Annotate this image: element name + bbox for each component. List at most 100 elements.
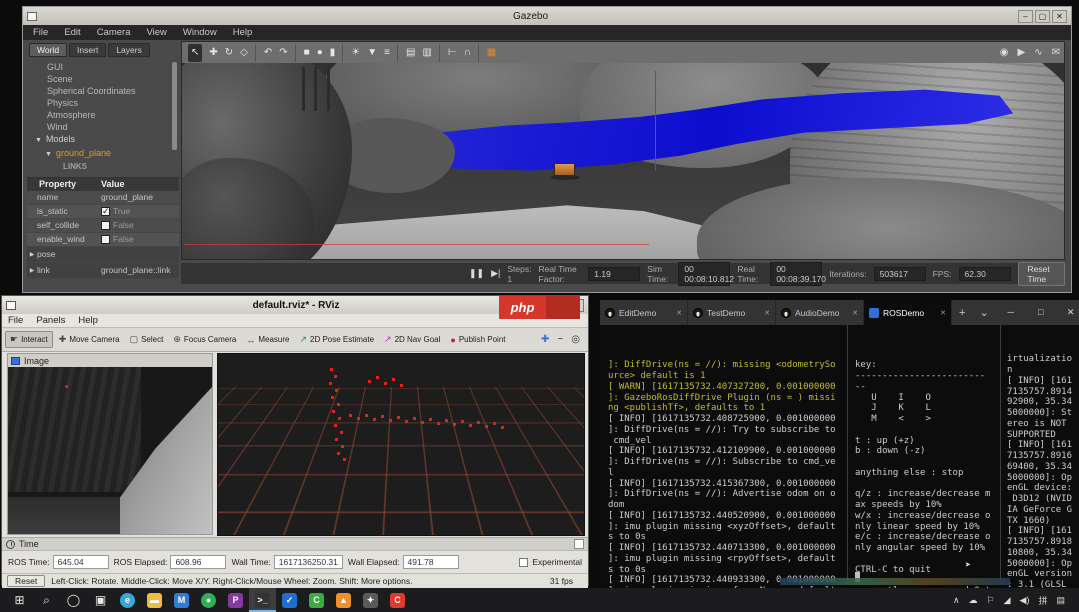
property-row[interactable]: name ground_plane — [27, 191, 179, 205]
tree-item[interactable]: GUI — [33, 61, 179, 73]
panel-detach-button[interactable] — [574, 539, 584, 549]
add-tool-icon[interactable]: ✚ — [541, 334, 549, 345]
directional-light-icon[interactable]: ≡ — [384, 44, 390, 62]
office-app-icon[interactable]: P — [222, 588, 249, 612]
select-mode-icon[interactable]: ↖ — [188, 43, 203, 62]
topic-visualization-icon[interactable]: ✉ — [1052, 47, 1060, 58]
tree-item[interactable]: Scene — [33, 73, 179, 85]
notifications-icon[interactable]: ⚐ — [987, 595, 995, 606]
robot-model[interactable] — [554, 163, 575, 176]
new-tab-button[interactable]: + — [952, 307, 972, 319]
tab-testdemo[interactable]: TestDemo — [688, 300, 776, 325]
building-editor-icon[interactable]: ▦ — [477, 43, 496, 62]
gazebo-menu-item[interactable]: Camera — [97, 27, 131, 38]
tab-audiodemo[interactable]: AudioDemo — [776, 300, 864, 325]
gazebo-titlebar[interactable]: Gazebo – ▢ ✕ — [23, 7, 1071, 25]
collapse-arrow-icon[interactable] — [35, 134, 46, 144]
tree-item[interactable]: Atmosphere — [33, 109, 179, 121]
tree-item-models[interactable]: Models — [33, 133, 179, 147]
onedrive-icon[interactable]: ☁ — [969, 595, 978, 606]
cylinder-shape-icon[interactable]: ▮ — [330, 44, 336, 62]
tab-insert[interactable]: Insert — [69, 43, 107, 57]
tab-editdemo[interactable]: EditDemo — [600, 300, 688, 325]
tab-rosdemo[interactable]: ROSDemo — [864, 300, 952, 325]
screenshot-icon[interactable]: ◉ — [1000, 47, 1009, 58]
rviz-titlebar[interactable]: default.rviz* - RViz php ✕ — [2, 296, 588, 319]
copy-icon[interactable]: ▤ — [396, 43, 415, 62]
touch-keyboard-icon[interactable]: ▤ — [1056, 595, 1065, 606]
terminal-minimize-button[interactable]: ─ — [996, 307, 1026, 318]
remove-tool-icon[interactable]: − — [557, 334, 563, 345]
gazebo-viewport[interactable]: ↖ ✚ ↻ ◇ ↶ ↷ ■ ● ▮ ☀ ▼ ≡ ▤ ▥ ⊢ ∩ ▦ ◉ ▶ ∿ ✉ — [181, 41, 1065, 260]
utility-app-icon[interactable]: ✦ — [357, 588, 384, 612]
cortana-button[interactable]: ◯ — [60, 588, 87, 612]
rotate-mode-icon[interactable]: ↻ — [225, 44, 233, 62]
tree-item[interactable]: Wind — [33, 121, 179, 133]
property-checkbox[interactable] — [101, 235, 110, 244]
spot-light-icon[interactable]: ▼ — [367, 44, 377, 62]
tab-dropdown-button[interactable]: ⌄ — [972, 306, 995, 319]
tab-layers[interactable]: Layers — [108, 43, 150, 57]
network-icon[interactable]: ◢ — [1004, 595, 1011, 606]
rviz-menu-item[interactable]: Help — [78, 315, 98, 326]
pose-estimate-tool[interactable]: ↗ 2D Pose Estimate — [295, 331, 378, 348]
tray-chevron-icon[interactable]: ∧ — [953, 595, 960, 606]
mail-app-icon[interactable]: M — [168, 588, 195, 612]
align-icon[interactable]: ⊢ — [438, 43, 457, 62]
penguin-app-icon[interactable]: ▲ — [330, 588, 357, 612]
gazebo-menu-item[interactable]: View — [146, 27, 166, 38]
terminal-close-button[interactable]: ✕ — [1056, 307, 1079, 318]
gazebo-menu-item[interactable]: Edit — [64, 27, 80, 38]
gazebo-3d-scene[interactable] — [182, 42, 1064, 259]
tool-properties-icon[interactable]: ◎ — [571, 334, 580, 345]
rviz-menu-item[interactable]: File — [8, 315, 23, 326]
tab-world[interactable]: World — [29, 43, 68, 57]
gazebo-window-button[interactable]: ✕ — [1052, 9, 1067, 23]
redo-icon[interactable]: ↷ — [279, 44, 287, 62]
property-checkbox[interactable] — [101, 221, 110, 230]
file-explorer-icon[interactable]: ▬ — [141, 588, 168, 612]
ime-indicator[interactable]: 拼 — [1038, 594, 1047, 607]
terminal-app-icon[interactable]: >_ — [249, 588, 276, 612]
gazebo-window-button[interactable]: – — [1018, 9, 1033, 23]
check-app-icon[interactable]: ✓ — [276, 588, 303, 612]
point-light-icon[interactable]: ☀ — [342, 43, 360, 62]
scale-mode-icon[interactable]: ◇ — [240, 44, 248, 62]
pause-button[interactable]: ❚❚ — [469, 268, 484, 279]
edge-browser-icon[interactable]: e — [114, 588, 141, 612]
volume-icon[interactable]: ◀) — [1020, 595, 1030, 606]
property-row[interactable]: enable_wind False — [27, 233, 179, 247]
property-row[interactable]: self_collide False — [27, 219, 179, 233]
rviz-3d-view[interactable] — [217, 353, 585, 536]
paste-icon[interactable]: ▥ — [422, 44, 431, 62]
terminal-maximize-button[interactable]: □ — [1026, 307, 1056, 318]
property-row[interactable]: link ground_plane::link — [27, 263, 179, 279]
gazebo-window-button[interactable]: ▢ — [1035, 9, 1050, 23]
search-button[interactable]: ⌕ — [33, 588, 60, 612]
box-shape-icon[interactable]: ■ — [294, 43, 310, 62]
tree-item[interactable]: Spherical Coordinates — [33, 85, 179, 97]
rviz-menu-item[interactable]: Panels — [36, 315, 65, 326]
terminal-content[interactable]: ]: DiffDrive(ns = //): missing <odometry… — [600, 325, 1079, 607]
step-button[interactable]: ▶| — [491, 268, 500, 279]
translate-mode-icon[interactable]: ✚ — [209, 44, 217, 62]
tree-scrollbar[interactable] — [172, 62, 177, 150]
sphere-shape-icon[interactable]: ● — [317, 44, 323, 62]
gazebo-menu-item[interactable]: Help — [233, 27, 253, 38]
snap-icon[interactable]: ∩ — [464, 44, 471, 62]
record-icon[interactable]: ▶ — [1018, 47, 1026, 58]
measure-tool[interactable]: ↔ Measure — [242, 331, 293, 348]
nav-goal-tool[interactable]: ↗ 2D Nav Goal — [380, 331, 444, 348]
property-checkbox[interactable] — [101, 205, 110, 218]
collapse-arrow-icon[interactable] — [45, 148, 56, 158]
gazebo-menu-item[interactable]: File — [33, 27, 48, 38]
steps-label[interactable]: Steps: 1 — [507, 264, 531, 284]
red-c-app-icon[interactable]: C — [384, 588, 411, 612]
property-row[interactable]: pose — [27, 247, 179, 263]
select-tool[interactable]: ▢ Select — [126, 331, 168, 348]
task-view-button[interactable]: ▣ — [87, 588, 114, 612]
tree-item-ground-plane[interactable]: ground_plane — [33, 147, 179, 161]
property-row[interactable]: is_static True — [27, 205, 179, 219]
experimental-checkbox[interactable] — [519, 557, 529, 567]
interact-tool[interactable]: ☛ Interact — [5, 331, 53, 348]
